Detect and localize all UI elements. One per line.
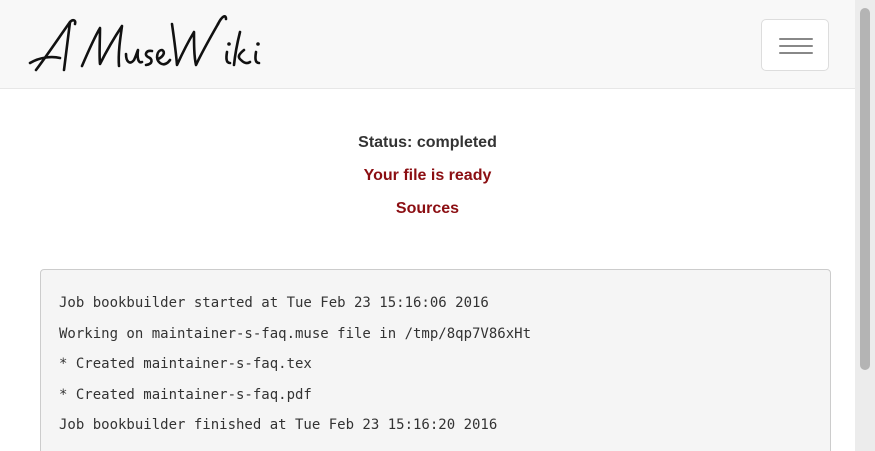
status-text: Status: completed — [358, 134, 497, 151]
site-logo[interactable] — [26, 10, 266, 80]
amusewiki-logo-image — [28, 14, 261, 72]
log-line: Job bookbuilder started at Tue Feb 23 15… — [59, 295, 489, 311]
log-line: * Created maintainer-s-faq.pdf — [59, 386, 312, 403]
job-log: Job bookbuilder started at Tue Feb 23 15… — [40, 269, 831, 451]
log-line: Working on maintainer-s-faq.muse file in… — [59, 325, 532, 342]
log-line: * Created maintainer-s-faq.tex — [59, 356, 312, 372]
log-line: Job bookbuilder finished at Tue Feb 23 1… — [59, 417, 498, 433]
sources-link[interactable]: Sources — [0, 192, 855, 225]
vertical-scrollbar[interactable] — [855, 0, 875, 451]
file-ready-link[interactable]: Your file is ready — [0, 159, 855, 192]
job-status: Status: completed Your file is ready Sou… — [0, 126, 855, 225]
scrollbar-thumb[interactable] — [860, 8, 870, 370]
page: Status: completed Your file is ready Sou… — [0, 0, 875, 451]
menu-toggle-button[interactable] — [761, 19, 829, 71]
navbar — [0, 0, 855, 89]
